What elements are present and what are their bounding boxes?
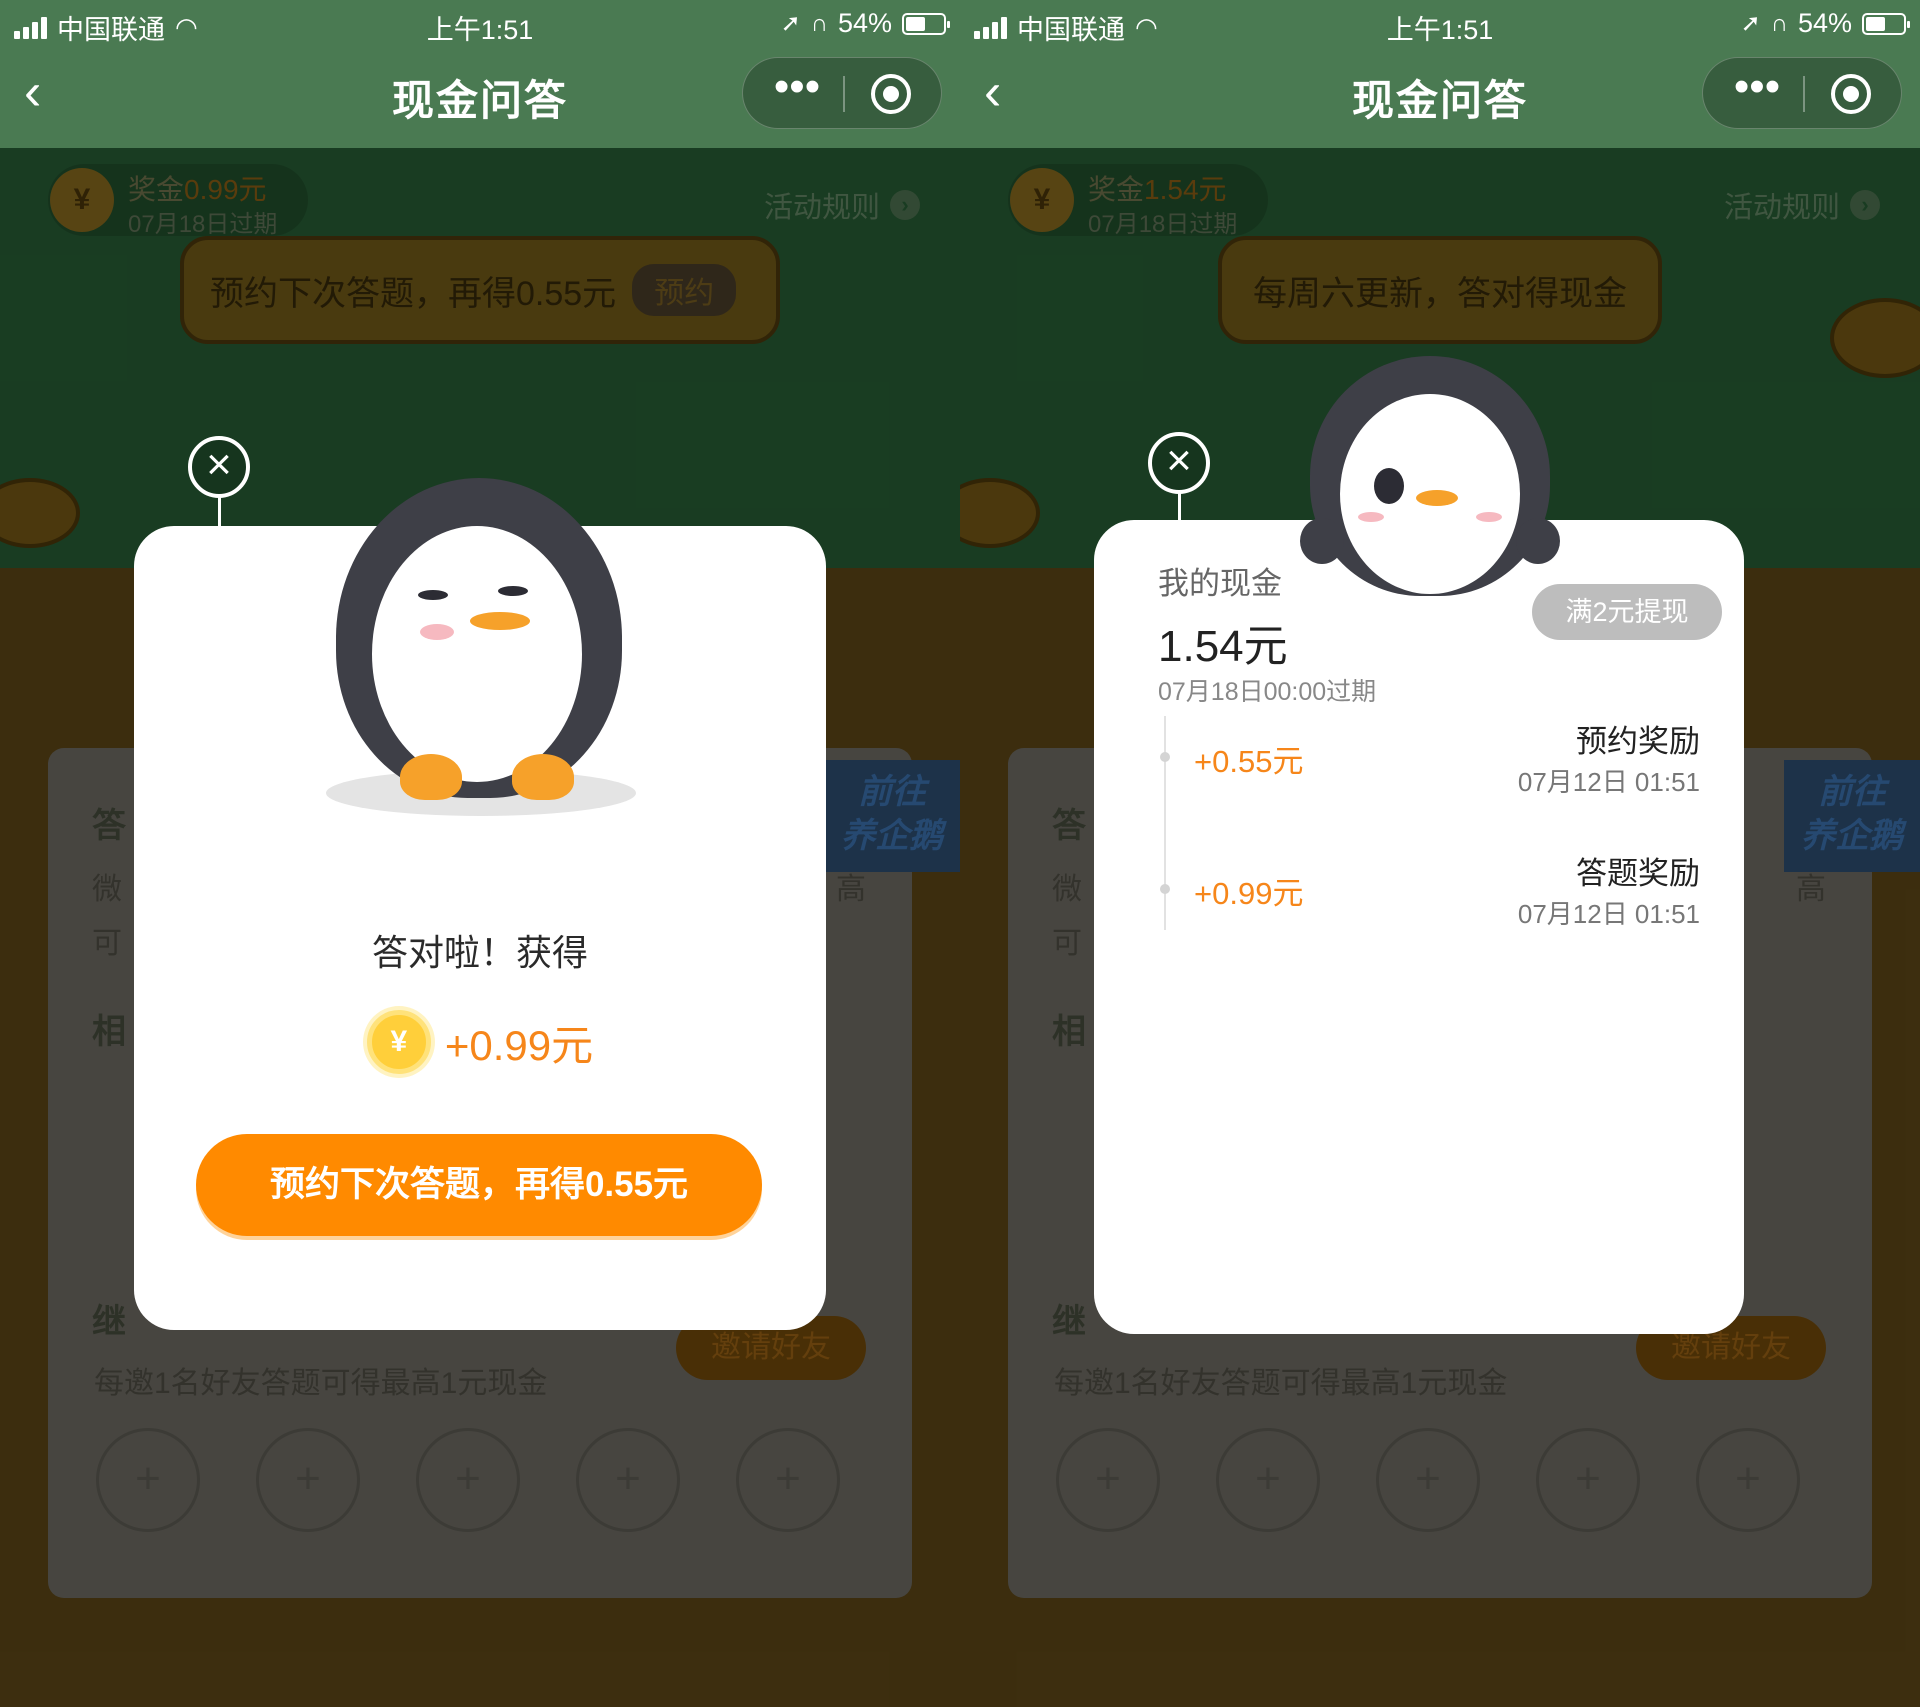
prize-amount: 0.99元 <box>184 174 267 205</box>
invite-slot[interactable]: + <box>96 1428 200 1532</box>
card-label: 继 <box>1052 1303 1086 1341</box>
location-icon: ➚ <box>780 10 801 37</box>
prize-expiry: 07月18日过期 <box>128 211 278 238</box>
nav-bar: ‹ 现金问答 ••• <box>960 55 1920 135</box>
reserve-next-button[interactable]: 预约下次答题，再得0.55元 <box>196 1134 762 1236</box>
prize-expiry: 07月18日过期 <box>1088 211 1238 238</box>
withdraw-button[interactable]: 满2元提现 <box>1532 584 1722 640</box>
card-label: 微 <box>92 873 122 906</box>
status-bar: 中国联通 ◠ 上午1:51 ➚ ∩ 54% <box>960 0 1920 48</box>
invite-slot[interactable]: + <box>1376 1428 1480 1532</box>
location-icon: ➚ <box>1740 10 1761 37</box>
rules-link[interactable]: 活动规则 › <box>1724 184 1880 226</box>
prize-prefix: 奖金 <box>1088 174 1145 205</box>
mini-program-capsule: ••• <box>742 57 942 129</box>
prize-prefix: 奖金 <box>128 174 185 205</box>
mini-program-capsule: ••• <box>1702 57 1902 129</box>
invite-slot[interactable]: + <box>1696 1428 1800 1532</box>
close-icon[interactable]: × <box>188 436 250 498</box>
card-label: 答 <box>1052 807 1086 845</box>
rules-link[interactable]: 活动规则 › <box>764 184 920 226</box>
bubble-text: 预约下次答题，再得0.55元 <box>210 274 617 313</box>
battery-icon <box>902 12 950 35</box>
bubble-text: 每周六更新，答对得现金 <box>1253 274 1627 313</box>
card-label: 相 <box>1052 1013 1086 1051</box>
go-penguin-badge[interactable]: 前往 养企鹅 <box>1784 760 1920 872</box>
headphones-icon: ∩ <box>810 9 828 37</box>
battery-percent: 54% <box>1797 8 1852 38</box>
coin-icon: ¥ <box>366 1010 431 1074</box>
reward-amount: +0.99元 <box>444 1021 594 1069</box>
invite-description: 每邀1名好友答题可得最高1元现金 <box>1054 1367 1508 1400</box>
badge-line: 养企鹅 <box>1801 817 1903 855</box>
nav-bar: ‹ 现金问答 ••• <box>0 55 960 135</box>
badge-line: 前往 <box>858 773 926 811</box>
close-connector <box>218 496 221 544</box>
speech-bubble: 预约下次答题，再得0.55元 预约 <box>180 236 780 344</box>
headphones-icon: ∩ <box>1770 9 1788 37</box>
top-bar: 中国联通 ◠ 上午1:51 ➚ ∩ 54% ‹ 现金问答 ••• <box>0 0 960 148</box>
invite-slot[interactable]: + <box>1056 1428 1160 1532</box>
close-connector <box>1178 492 1181 540</box>
coin-icon: ¥ <box>1010 168 1074 232</box>
rules-label: 活动规则 <box>763 192 880 224</box>
coin-icon: ¥ <box>50 168 114 232</box>
phone-left: 中国联通 ◠ 上午1:51 ➚ ∩ 54% ‹ 现金问答 ••• ¥ 奖金0.9… <box>0 0 960 1707</box>
card-label: 可 <box>1052 927 1082 960</box>
screenshot-pair: 中国联通 ◠ 上午1:51 ➚ ∩ 54% ‹ 现金问答 ••• ¥ 奖金0.9… <box>0 0 1920 1707</box>
card-label: 继 <box>92 1303 126 1341</box>
speech-bubble: 每周六更新，答对得现金 <box>1218 236 1662 344</box>
invite-slot[interactable]: + <box>1216 1428 1320 1532</box>
chevron-right-icon: › <box>1850 190 1880 220</box>
top-bar: 中国联通 ◠ 上午1:51 ➚ ∩ 54% ‹ 现金问答 ••• <box>960 0 1920 148</box>
prize-amount: 1.54元 <box>1144 174 1227 205</box>
more-icon[interactable]: ••• <box>767 65 827 112</box>
more-icon[interactable]: ••• <box>1727 65 1787 112</box>
correct-message: 答对啦！获得 <box>371 932 588 973</box>
invite-slot[interactable]: + <box>736 1428 840 1532</box>
phone-right: 中国联通 ◠ 上午1:51 ➚ ∩ 54% ‹ 现金问答 ••• ¥ 奖金1.5… <box>960 0 1920 1707</box>
capsule-divider <box>1803 76 1805 112</box>
invite-description: 每邀1名好友答题可得最高1元现金 <box>94 1367 548 1400</box>
close-icon[interactable]: × <box>1148 432 1210 494</box>
celebrating-penguin-image <box>320 460 640 820</box>
card-label: 答 <box>92 807 126 845</box>
go-penguin-badge[interactable]: 前往 养企鹅 <box>824 760 960 872</box>
badge-line: 养企鹅 <box>841 817 943 855</box>
peeking-penguin-image <box>1280 350 1580 596</box>
rules-label: 活动规则 <box>1723 192 1840 224</box>
badge-line: 前往 <box>1818 773 1886 811</box>
reward-row: ¥ +0.99元 <box>0 1010 960 1074</box>
battery-icon <box>1862 12 1910 35</box>
invite-slot[interactable]: + <box>576 1428 680 1532</box>
close-program-icon[interactable] <box>1831 74 1871 114</box>
cash-modal <box>1094 520 1744 1334</box>
prize-pill[interactable]: ¥ 奖金1.54元 07月18日过期 <box>1008 164 1268 238</box>
close-program-icon[interactable] <box>871 74 911 114</box>
status-bar: 中国联通 ◠ 上午1:51 ➚ ∩ 54% <box>0 0 960 48</box>
chevron-right-icon: › <box>890 190 920 220</box>
reserve-chip[interactable]: 预约 <box>632 264 737 316</box>
battery-percent: 54% <box>837 8 892 38</box>
invite-slot[interactable]: + <box>1536 1428 1640 1532</box>
card-label: 微 <box>1052 873 1082 906</box>
invite-slot[interactable]: + <box>416 1428 520 1532</box>
invite-slot[interactable]: + <box>256 1428 360 1532</box>
capsule-divider <box>843 76 845 112</box>
prize-pill[interactable]: ¥ 奖金0.99元 07月18日过期 <box>48 164 308 238</box>
